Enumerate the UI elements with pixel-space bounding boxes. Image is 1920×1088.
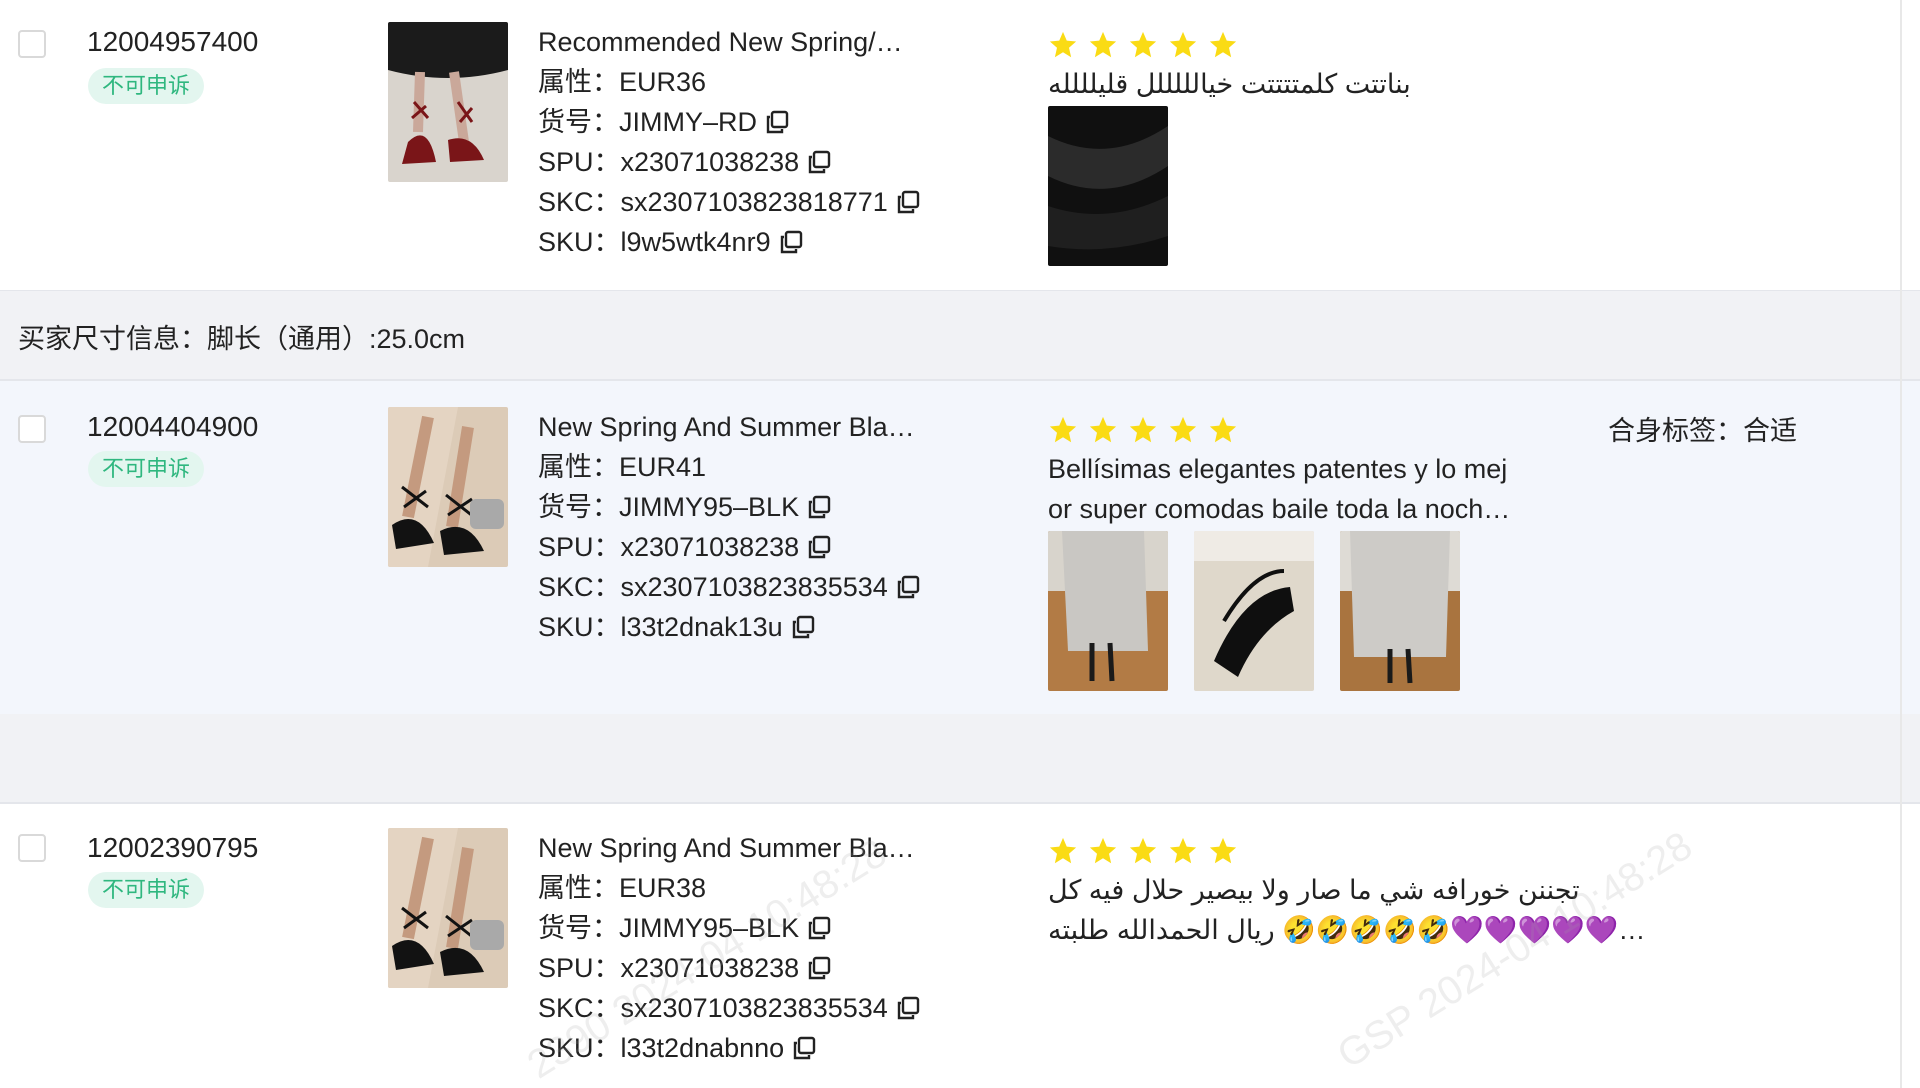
status-tag: 不可申诉: [88, 451, 205, 487]
sku-text: SKU：l33t2dnabnno: [538, 1033, 785, 1063]
order-id: 12002390795: [87, 832, 259, 863]
product-item-no: 货号：JIMMY95–BLK: [538, 908, 920, 948]
product-skc: SKC：sx2307103823818771: [538, 182, 920, 222]
product-thumbnail[interactable]: [388, 22, 508, 182]
review-line: تجننن خورافه شي ما صار ولا بيصير حلال في…: [1048, 875, 1580, 905]
star-icon: [1168, 30, 1198, 60]
row-checkbox[interactable]: [18, 834, 46, 862]
skc-text: SKC：sx2307103823835534: [538, 572, 888, 602]
copy-icon[interactable]: [896, 570, 920, 599]
order-row-2: 12004404900 不可申诉 New Spring And Summer B…: [0, 379, 1920, 717]
item-no-text: 货号：JIMMY–RD: [538, 107, 758, 137]
item-no-text: 货号：JIMMY95–BLK: [538, 492, 800, 522]
copy-icon[interactable]: [792, 1031, 816, 1060]
star-icon: [1168, 415, 1198, 445]
status-tag: 不可申诉: [88, 68, 205, 104]
product-sku: SKU：l33t2dnak13u: [538, 607, 920, 647]
buyer-size-info: 买家尺寸信息：脚长（通用）:25.0cm: [18, 324, 466, 354]
product-thumbnail[interactable]: [388, 828, 508, 988]
copy-icon[interactable]: [791, 610, 815, 639]
status-tag: 不可申诉: [88, 872, 205, 908]
product-attribute: 属性：EUR41: [538, 452, 707, 482]
star-icon: [1048, 836, 1078, 866]
product-attribute: 属性：EUR36: [538, 67, 707, 97]
copy-icon[interactable]: [807, 530, 831, 559]
star-icon: [1208, 30, 1238, 60]
star-icon: [1208, 415, 1238, 445]
review-text: بناتتت كلمتتتتت خيالللللل قليلللله: [1048, 64, 1411, 104]
star-icon: [1048, 415, 1078, 445]
product-info: Recommended New Spring/… 属性：EUR36 货号：JIM…: [538, 22, 920, 262]
star-icon: [1128, 415, 1158, 445]
order-row-3: 12002390795 不可申诉 New Spring And Summer B…: [0, 804, 1920, 1088]
copy-icon[interactable]: [807, 911, 831, 940]
review-image[interactable]: [1048, 106, 1168, 266]
spu-text: SPU：x23071038238: [538, 147, 800, 177]
review-image[interactable]: [1048, 531, 1168, 691]
review-line: ريال الحمدالله طلبته 🤣🤣🤣🤣🤣💜💜💜💜💜…: [1048, 915, 1646, 945]
product-title[interactable]: New Spring And Summer Bla…: [538, 407, 920, 447]
order-id: 12004404900: [87, 411, 259, 442]
star-icon: [1128, 30, 1158, 60]
copy-icon[interactable]: [807, 145, 831, 174]
review-text: تجننن خورافه شي ما صار ولا بيصير حلال في…: [1048, 870, 1645, 950]
copy-icon[interactable]: [765, 105, 789, 134]
order-id: 12004957400: [87, 26, 259, 57]
separator-bar: [0, 714, 1920, 804]
review-line: Bellísimas elegantes patentes y lo mej: [1048, 454, 1508, 484]
product-info: New Spring And Summer Bla… 属性：EUR41 货号：J…: [538, 407, 920, 647]
skc-text: SKC：sx2307103823818771: [538, 187, 888, 217]
product-info: New Spring And Summer Bla… 属性：EUR38 货号：J…: [538, 828, 920, 1068]
product-thumbnail[interactable]: [388, 407, 508, 567]
rating-stars: [1048, 836, 1248, 866]
star-icon: [1168, 836, 1198, 866]
review-line: or super comodas baile toda la noch…: [1048, 494, 1511, 524]
product-spu: SPU：x23071038238: [538, 142, 920, 182]
copy-icon[interactable]: [807, 490, 831, 519]
item-no-text: 货号：JIMMY95–BLK: [538, 913, 800, 943]
copy-icon[interactable]: [896, 185, 920, 214]
copy-icon[interactable]: [807, 951, 831, 980]
rating-stars: [1048, 415, 1248, 445]
product-title[interactable]: Recommended New Spring/…: [538, 22, 920, 62]
copy-icon[interactable]: [896, 991, 920, 1020]
star-icon: [1128, 836, 1158, 866]
rating-stars: [1048, 30, 1248, 60]
fit-label: 合身标签：合适: [1608, 416, 1797, 446]
product-item-no: 货号：JIMMY–RD: [538, 102, 920, 142]
product-skc: SKC：sx2307103823835534: [538, 988, 920, 1028]
review-image[interactable]: [1340, 531, 1460, 691]
skc-text: SKC：sx2307103823835534: [538, 993, 888, 1023]
star-icon: [1088, 836, 1118, 866]
product-spu: SPU：x23071038238: [538, 527, 920, 567]
spu-text: SPU：x23071038238: [538, 953, 800, 983]
review-text: Bellísimas elegantes patentes y lo mej o…: [1048, 449, 1510, 529]
product-item-no: 货号：JIMMY95–BLK: [538, 487, 920, 527]
review-image[interactable]: [1194, 531, 1314, 691]
row-checkbox[interactable]: [18, 30, 46, 58]
product-title[interactable]: New Spring And Summer Bla…: [538, 828, 920, 868]
star-icon: [1088, 415, 1118, 445]
product-spu: SPU：x23071038238: [538, 948, 920, 988]
copy-icon[interactable]: [779, 225, 803, 254]
sku-text: SKU：l33t2dnak13u: [538, 612, 783, 642]
review-line: بناتتت كلمتتتتت خيالللللل قليلللله: [1048, 69, 1411, 99]
product-sku: SKU：l9w5wtk4nr9: [538, 222, 920, 262]
sku-text: SKU：l9w5wtk4nr9: [538, 227, 771, 257]
star-icon: [1048, 30, 1078, 60]
product-sku: SKU：l33t2dnabnno: [538, 1028, 920, 1068]
row-checkbox[interactable]: [18, 415, 46, 443]
product-skc: SKC：sx2307103823835534: [538, 567, 920, 607]
product-attribute: 属性：EUR38: [538, 873, 707, 903]
scrollbar-track[interactable]: [1900, 0, 1902, 1088]
star-icon: [1208, 836, 1238, 866]
star-icon: [1088, 30, 1118, 60]
order-row-1: 12004957400 不可申诉 Recommended New Spring/…: [0, 0, 1920, 292]
buyer-size-bar: 买家尺寸信息：脚长（通用）:25.0cm: [0, 291, 1920, 381]
spu-text: SPU：x23071038238: [538, 532, 800, 562]
